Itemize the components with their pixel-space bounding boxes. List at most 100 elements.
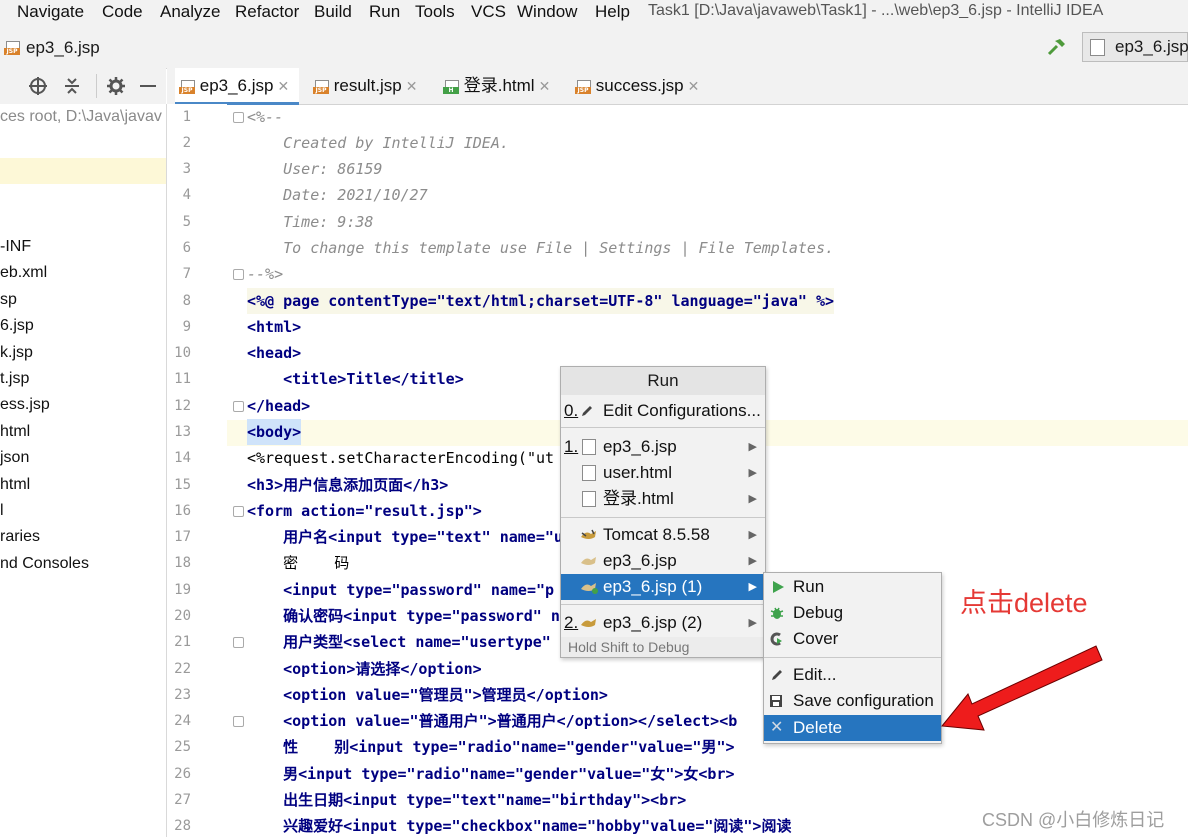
tree-item[interactable]: nd Consoles [0,555,89,573]
annotation-text: 点击delete [960,588,1088,618]
pencil-icon [582,406,592,416]
code-line: <html> [247,318,302,336]
collapse-all-icon[interactable] [62,76,82,101]
tree-item[interactable]: html [0,476,30,494]
line-number: 22 [174,661,191,677]
jsp-file-icon: JSP [313,79,329,94]
line-number: 18 [174,555,191,571]
menu-navigate[interactable]: Navigate [17,2,84,22]
code-line: <option value="普通用户">普通用户</option></sele… [247,712,738,730]
menu-vcs[interactable]: VCS [471,2,506,22]
navigation-bar: JSP ep3_6.jsp ep3_6.jsp [0,26,1188,69]
html-file-icon: H [443,79,459,94]
gear-icon[interactable] [106,76,126,101]
window-title: Task1 [D:\Java\javaweb\Task1] - ...\web\… [648,2,1104,19]
tree-item[interactable]: t.jsp [0,370,29,388]
tree-item[interactable]: l [0,502,4,520]
code-line: <body> [247,419,302,445]
code-line: 确认密码<input type="password" n [247,607,560,625]
submenu-cover[interactable]: Cover [764,626,941,652]
menu-run[interactable]: Run [369,2,400,22]
pencil-icon [772,670,782,680]
tomcat-icon [581,619,596,627]
tree-item[interactable]: 6.jsp [0,317,34,335]
tab-success-jsp[interactable]: JSP success.jsp ✕ [571,68,705,102]
cover-icon [770,632,782,646]
run-config-ep3-6-jsp-2[interactable]: 2. ep3_6.jsp (2) ▶ [561,610,765,636]
menu-analyze[interactable]: Analyze [160,2,220,22]
menu-build[interactable]: Build [314,2,352,22]
code-line: 出生日期<input type="text"name="birthday"><b… [247,791,687,809]
edit-configurations-item[interactable]: 0. Edit Configurations... [561,398,765,424]
tree-item[interactable]: sp [0,291,17,309]
line-number: 21 [174,634,191,650]
tree-item[interactable]: k.jsp [0,344,33,362]
chevron-right-icon: ▶ [748,467,757,479]
tree-item[interactable]: eb.xml [0,264,47,282]
close-icon[interactable]: ✕ [406,78,418,94]
item-label: Edit Configurations... [603,401,761,420]
close-icon[interactable]: ✕ [688,78,700,94]
item-label: ep3_6.jsp [603,551,677,570]
menu-tools[interactable]: Tools [415,2,455,22]
submenu-delete[interactable]: ✕ Delete [764,715,941,741]
item-label: Cover [793,629,839,648]
tab-label: ep3_6.jsp [199,76,274,95]
code-line: 用户类型<select name="usertype" [247,633,551,651]
close-icon[interactable]: ✕ [539,78,551,94]
menu-code[interactable]: Code [102,2,143,22]
locate-icon[interactable] [28,76,48,101]
submenu-debug[interactable]: Debug [764,600,941,626]
tree-item[interactable]: html [0,423,30,441]
popup-separator [561,604,765,605]
run-config-user-html[interactable]: user.html ▶ [561,460,765,486]
tree-item[interactable]: raries [0,528,40,546]
tab-label: 登录.html [463,76,535,95]
line-number: 9 [182,319,191,335]
tree-item[interactable]: ess.jsp [0,396,50,414]
line-number-gutter: 1 2 3 4 5 6 7 8 9 10 11 12 13 14 15 16 1… [167,104,244,837]
line-number: 7 [182,266,191,282]
close-icon[interactable]: ✕ [277,78,289,94]
menu-help[interactable]: Help [595,2,630,22]
line-number: 5 [182,214,191,230]
submenu-run[interactable]: Run [764,574,941,600]
selected-tree-row[interactable] [0,158,166,184]
item-index: 1. [564,437,579,456]
submenu-edit[interactable]: Edit... [764,662,941,688]
delete-icon: ✕ [770,719,784,736]
code-line: </head> [247,397,311,415]
line-number: 2 [182,135,191,151]
tab-login-html[interactable]: H 登录.html ✕ [439,68,565,102]
item-label: 登录.html [603,489,674,508]
line-number: 12 [174,398,191,414]
run-config-ep3-6-jsp-1[interactable]: ep3_6.jsp (1) ▶ [561,574,765,600]
line-number: 11 [174,371,191,387]
jsp-file-icon: JSP [4,39,20,57]
item-label: Save configuration [793,691,934,710]
item-label: Delete [793,718,843,737]
chevron-right-icon: ▶ [748,441,757,453]
menu-window[interactable]: Window [517,2,577,22]
tree-item[interactable]: json [0,449,29,467]
tab-ep3-6-jsp[interactable]: JSP ep3_6.jsp ✕ [175,68,299,105]
file-icon [582,491,596,507]
line-number: 13 [174,424,191,440]
debug-icon [770,607,784,619]
line-number: 4 [182,187,191,203]
tab-result-jsp[interactable]: JSP result.jsp ✕ [309,68,431,102]
line-number: 26 [174,766,191,782]
tomcat-icon [581,583,598,594]
run-config-login-html[interactable]: 登录.html ▶ [561,486,765,512]
breadcrumb-file[interactable]: ep3_6.jsp [26,38,100,58]
run-config-tomcat[interactable]: Tomcat 8.5.58 ▶ [561,522,765,548]
minimize-icon[interactable] [140,85,156,87]
submenu-save-configuration[interactable]: Save configuration [764,688,941,714]
run-config-selector[interactable]: ep3_6.jsp [1082,32,1188,62]
run-config-ep3-6-jsp-tomcat[interactable]: ep3_6.jsp ▶ [561,548,765,574]
item-label: ep3_6.jsp [603,437,677,456]
tree-item[interactable]: -INF [0,238,31,256]
menu-refactor[interactable]: Refactor [235,2,299,22]
build-hammer-icon[interactable] [1046,36,1068,63]
run-config-ep3-6-jsp[interactable]: 1. ep3_6.jsp ▶ [561,434,765,460]
